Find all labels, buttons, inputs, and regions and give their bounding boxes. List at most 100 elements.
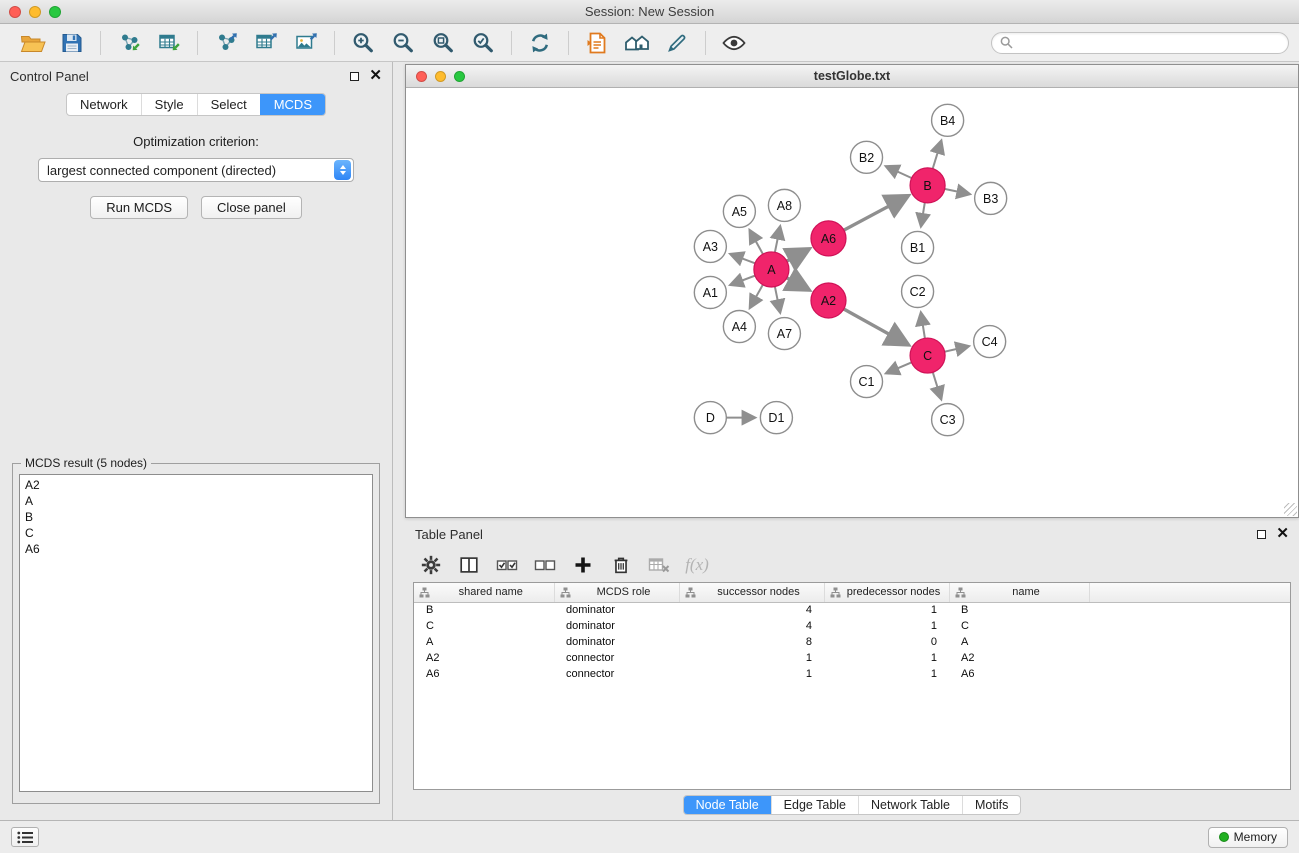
zoom-in-button[interactable]: [343, 27, 383, 59]
zoom-selected-region-button[interactable]: [463, 27, 503, 59]
network-graph[interactable]: B4B2BB3A5A8A6B1A3AC2A1A2A4A7C4CC1C3DD1: [406, 88, 1298, 517]
float-table-panel-button[interactable]: [1257, 530, 1266, 539]
delete-row-button[interactable]: [603, 550, 639, 580]
network-node-C4[interactable]: C4: [974, 326, 1006, 358]
table-cell[interactable]: A6: [414, 666, 554, 682]
table-cell[interactable]: C: [414, 618, 554, 634]
network-canvas[interactable]: B4B2BB3A5A8A6B1A3AC2A1A2A4A7C4CC1C3DD1: [406, 88, 1298, 517]
table-cell[interactable]: 1: [824, 650, 949, 666]
table-row[interactable]: Bdominator41B: [414, 602, 1290, 618]
window-resize-grip[interactable]: [1284, 503, 1297, 516]
toggle-graphics-details-button[interactable]: [714, 27, 754, 59]
network-node-B2[interactable]: B2: [850, 141, 882, 173]
network-node-A2[interactable]: A2: [811, 283, 846, 318]
close-window-button[interactable]: [9, 6, 21, 18]
save-session-button[interactable]: [52, 27, 92, 59]
apply-preferred-layout-button[interactable]: [520, 27, 560, 59]
search-box[interactable]: [991, 32, 1289, 54]
function-builder-button[interactable]: f(x): [679, 550, 715, 580]
table-options-button[interactable]: [413, 550, 449, 580]
tab-mcds[interactable]: MCDS: [260, 94, 325, 115]
minimize-window-button[interactable]: [29, 6, 41, 18]
close-panel-button[interactable]: Close panel: [201, 196, 302, 219]
network-node-A4[interactable]: A4: [723, 311, 755, 343]
optimization-criterion-select[interactable]: largest connected component (directed): [38, 158, 354, 182]
mcds-result-item[interactable]: A6: [20, 541, 372, 557]
show-graphics-details-button[interactable]: [577, 27, 617, 59]
mcds-result-item[interactable]: C: [20, 525, 372, 541]
table-cell[interactable]: dominator: [554, 618, 679, 634]
network-node-C3[interactable]: C3: [932, 404, 964, 436]
table-cell[interactable]: A6: [949, 666, 1089, 682]
close-control-panel-button[interactable]: ✕: [369, 71, 382, 81]
network-node-A8[interactable]: A8: [768, 189, 800, 221]
table-row[interactable]: A2connector11A2: [414, 650, 1290, 666]
table-cell[interactable]: B: [414, 602, 554, 618]
show-column-button[interactable]: [451, 550, 487, 580]
annotation-pen-button[interactable]: [657, 27, 697, 59]
panels-menu-button[interactable]: [11, 827, 39, 847]
memory-button[interactable]: Memory: [1208, 827, 1288, 848]
tab-edge-table[interactable]: Edge Table: [771, 796, 858, 814]
network-node-A5[interactable]: A5: [723, 195, 755, 227]
network-minimize-button[interactable]: [435, 71, 446, 82]
table-cell[interactable]: 1: [679, 650, 824, 666]
network-node-C2[interactable]: C2: [902, 275, 934, 307]
export-image-button[interactable]: [286, 27, 326, 59]
network-node-A[interactable]: A: [754, 252, 789, 287]
tab-network-table[interactable]: Network Table: [858, 796, 962, 814]
first-neighbors-button[interactable]: [617, 27, 657, 59]
table-row[interactable]: A6connector11A6: [414, 666, 1290, 682]
table-row[interactable]: Adominator80A: [414, 634, 1290, 650]
column-header-shared-name[interactable]: shared name: [414, 583, 554, 602]
import-network-from-file-button[interactable]: [109, 27, 149, 59]
mcds-result-item[interactable]: B: [20, 509, 372, 525]
table-cell[interactable]: A: [414, 634, 554, 650]
float-control-panel-button[interactable]: [350, 72, 359, 81]
table-cell[interactable]: 1: [679, 666, 824, 682]
export-network-button[interactable]: [206, 27, 246, 59]
add-row-button[interactable]: [565, 550, 601, 580]
network-node-A6[interactable]: A6: [811, 221, 846, 256]
network-node-B4[interactable]: B4: [932, 104, 964, 136]
close-table-panel-button[interactable]: ✕: [1276, 529, 1289, 539]
table-cell[interactable]: dominator: [554, 602, 679, 618]
tab-motifs[interactable]: Motifs: [962, 796, 1020, 814]
import-table-from-file-button[interactable]: [149, 27, 189, 59]
network-node-A3[interactable]: A3: [694, 230, 726, 262]
table-cell[interactable]: connector: [554, 666, 679, 682]
mcds-result-item[interactable]: A: [20, 493, 372, 509]
search-input[interactable]: [1018, 36, 1280, 50]
table-cell[interactable]: B: [949, 602, 1089, 618]
table-row[interactable]: Cdominator41C: [414, 618, 1290, 634]
select-all-button[interactable]: [489, 550, 525, 580]
network-node-D[interactable]: D: [694, 402, 726, 434]
network-close-button[interactable]: [416, 71, 427, 82]
network-node-A1[interactable]: A1: [694, 276, 726, 308]
tab-node-table[interactable]: Node Table: [684, 796, 771, 814]
table-cell[interactable]: 4: [679, 618, 824, 634]
network-node-B1[interactable]: B1: [902, 231, 934, 263]
network-node-B3[interactable]: B3: [975, 182, 1007, 214]
table-cell[interactable]: 4: [679, 602, 824, 618]
column-header-predecessor-nodes[interactable]: predecessor nodes: [824, 583, 949, 602]
table-cell[interactable]: 1: [824, 666, 949, 682]
network-maximize-button[interactable]: [454, 71, 465, 82]
network-node-A7[interactable]: A7: [768, 318, 800, 350]
maximize-window-button[interactable]: [49, 6, 61, 18]
zoom-fit-content-button[interactable]: [423, 27, 463, 59]
table-cell[interactable]: 8: [679, 634, 824, 650]
tab-network[interactable]: Network: [67, 94, 141, 115]
table-cell[interactable]: 0: [824, 634, 949, 650]
network-node-D1[interactable]: D1: [760, 402, 792, 434]
table-cell[interactable]: A2: [414, 650, 554, 666]
column-header-successor-nodes[interactable]: successor nodes: [679, 583, 824, 602]
table-cell[interactable]: 1: [824, 602, 949, 618]
deselect-all-button[interactable]: [527, 550, 563, 580]
table-cell[interactable]: A2: [949, 650, 1089, 666]
zoom-out-button[interactable]: [383, 27, 423, 59]
network-node-C1[interactable]: C1: [850, 366, 882, 398]
tab-style[interactable]: Style: [141, 94, 197, 115]
network-node-C[interactable]: C: [910, 338, 945, 373]
table-cell[interactable]: connector: [554, 650, 679, 666]
